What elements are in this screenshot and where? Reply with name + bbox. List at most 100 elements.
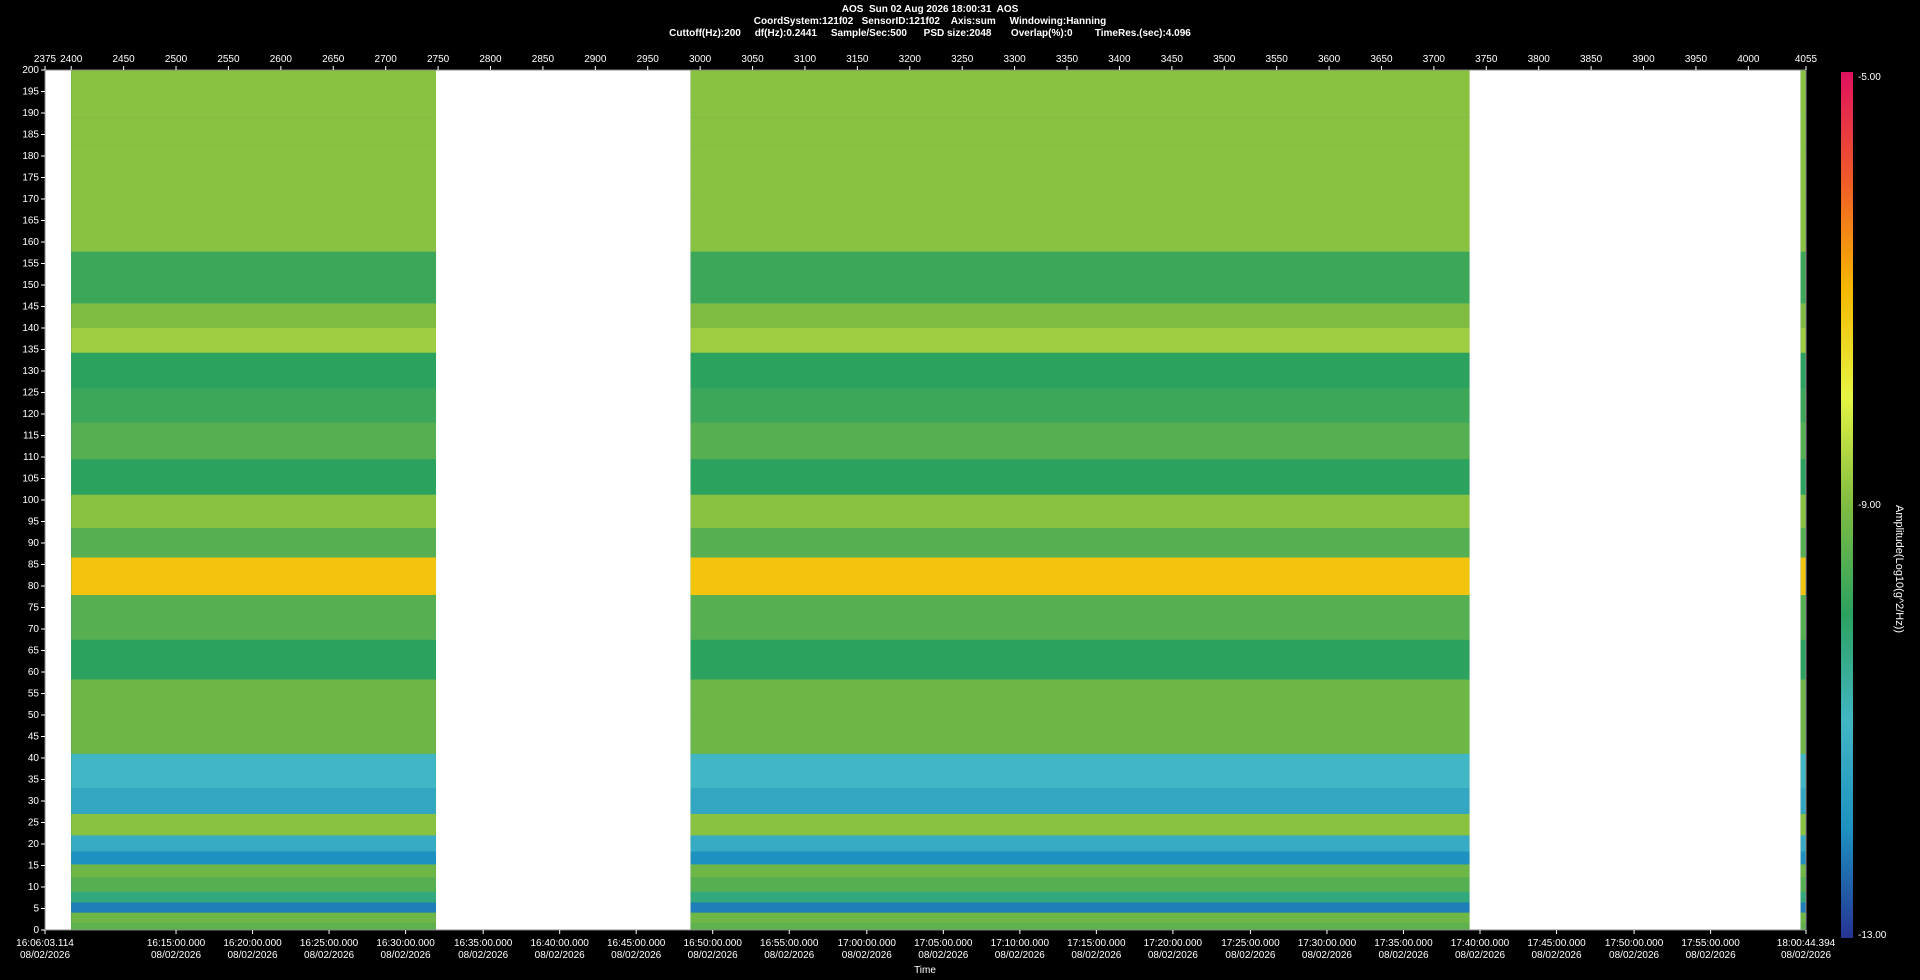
time-axis-tick-label: 16:55:00.000: [760, 938, 819, 949]
spectrogram-band: [1800, 192, 1806, 252]
y-axis-tick-label: 30: [28, 796, 40, 807]
time-axis-tick-label: 17:50:00.000: [1605, 938, 1664, 949]
spectrogram-band: [71, 557, 436, 596]
spectrogram-band: [690, 877, 1470, 892]
time-axis-tick-label: 17:30:00.000: [1298, 938, 1357, 949]
time-axis-date-label: 08/02/2026: [842, 950, 892, 961]
spectrogram-band: [1800, 639, 1806, 680]
time-axis: 16:06:03.11408/02/202616:15:00.00008/02/…: [16, 930, 1836, 961]
top-axis-tick-label: 3400: [1108, 54, 1131, 65]
y-axis-tick-label: 140: [22, 323, 39, 334]
spectrogram-band: [71, 70, 436, 118]
data-gap: [45, 70, 72, 930]
spectrogram-band: [690, 352, 1470, 389]
spectrogram-band: [71, 527, 436, 558]
y-axis-tick-label: 120: [22, 409, 39, 420]
spectrogram-band: [71, 192, 436, 252]
y-axis-tick-label: 145: [22, 302, 39, 313]
spectrogram-band: [1800, 813, 1806, 836]
time-axis-date-label: 08/02/2026: [1225, 950, 1275, 961]
spectrogram-band: [1800, 864, 1806, 878]
colorbar-mid-label: -9.00: [1858, 500, 1881, 511]
time-axis-date-label: 08/02/2026: [1781, 950, 1831, 961]
y-axis-tick-label: 200: [22, 65, 39, 76]
time-axis-date-label: 08/02/2026: [304, 950, 354, 961]
y-axis-tick-label: 0: [33, 925, 39, 936]
time-axis-date-label: 08/02/2026: [1071, 950, 1121, 961]
spectrogram-band: [690, 864, 1470, 878]
y-axis-tick-label: 65: [28, 646, 40, 657]
y-axis-tick-label: 180: [22, 151, 39, 162]
spectrogram-band: [1800, 851, 1806, 865]
y-axis-tick-label: 45: [28, 732, 40, 743]
top-axis-tick-label: 3450: [1161, 54, 1184, 65]
spectrogram-band: [71, 328, 436, 353]
y-axis-tick-label: 195: [22, 87, 39, 98]
spectrogram-band: [690, 117, 1470, 145]
time-axis-tick-label: 18:00:44.394: [1777, 938, 1836, 949]
y-axis-tick-label: 10: [28, 882, 40, 893]
top-axis-tick-label: 3000: [689, 54, 712, 65]
y-axis-tick-label: 60: [28, 667, 40, 678]
y-axis-tick-label: 80: [28, 581, 40, 592]
top-axis-tick-label: 3250: [951, 54, 974, 65]
spectrogram-band: [690, 459, 1470, 495]
spectrogram-chart: 2375 2400 2450 2500 2550 2600 2650 2700 2750 2800…: [16, 54, 1836, 976]
top-axis-tick-label: 2750: [427, 54, 450, 65]
spectrogram-band: [1800, 459, 1806, 495]
time-axis-tick-label: 17:20:00.000: [1144, 938, 1203, 949]
top-axis-tick-label: 3700: [1423, 54, 1446, 65]
spectrogram-band: [1800, 328, 1806, 353]
spectrogram-band: [1800, 352, 1806, 389]
spectrogram-band: [71, 902, 436, 913]
top-axis-tick-label: 3950: [1685, 54, 1708, 65]
data-gap: [435, 70, 691, 930]
spectrogram-band: [71, 679, 436, 717]
spectrogram-band: [71, 459, 436, 495]
y-axis-tick-label: 190: [22, 108, 39, 119]
spectrogram-band: [71, 864, 436, 878]
spectrogram-band: [690, 753, 1470, 789]
top-axis-tick-label: 3750: [1475, 54, 1498, 65]
time-axis-date-label: 08/02/2026: [1148, 950, 1198, 961]
y-axis-tick-label: 105: [22, 474, 39, 485]
time-axis-date-label: 08/02/2026: [995, 950, 1045, 961]
y-axis-tick-label: 90: [28, 538, 40, 549]
top-axis-tick-label: 4000: [1737, 54, 1760, 65]
spectrogram-band: [71, 117, 436, 145]
spectrogram-band: [690, 923, 1470, 930]
spectrogram-band: [71, 422, 436, 460]
time-axis-tick-label: 17:35:00.000: [1374, 938, 1433, 949]
spectrogram-plot-area: [44, 69, 1807, 931]
spectrogram-band: [1800, 835, 1806, 852]
spectrogram-band: [1800, 788, 1806, 814]
top-axis-tick-label: 3500: [1213, 54, 1236, 65]
top-axis-tick-label: 2700: [375, 54, 398, 65]
time-axis-tick-label: 16:06:03.114: [16, 938, 74, 949]
spectrogram-band: [690, 328, 1470, 353]
spectrogram-band: [1800, 595, 1806, 640]
y-axis-tick-label: 135: [22, 345, 39, 356]
y-axis-tick-label: 125: [22, 388, 39, 399]
spectrogram-band: [690, 251, 1470, 304]
spectrogram-band: [71, 144, 436, 193]
y-axis-tick-label: 115: [23, 431, 39, 442]
spectrogram-band: [71, 303, 436, 328]
spectrogram-band: [1800, 494, 1806, 528]
top-axis-tick-label: 2375: [34, 54, 57, 65]
spectrogram-band: [1800, 891, 1806, 903]
spectrogram-band: [690, 851, 1470, 865]
spectrogram-band: [71, 835, 436, 852]
spectrogram-band: [690, 422, 1470, 460]
top-axis-tick-label: 3200: [899, 54, 922, 65]
y-axis-tick-label: 155: [22, 259, 39, 270]
y-axis-tick-label: 160: [22, 237, 39, 248]
time-axis-date-label: 08/02/2026: [1302, 950, 1352, 961]
spectrogram-band: [690, 303, 1470, 328]
spectrogram-band: [690, 813, 1470, 836]
top-axis-tick-label: 3150: [846, 54, 869, 65]
y-axis-tick-label: 175: [22, 173, 39, 184]
spectrogram-band: [690, 494, 1470, 528]
spectrogram-band: [1800, 923, 1806, 930]
top-axis-tick-label: 2950: [637, 54, 660, 65]
